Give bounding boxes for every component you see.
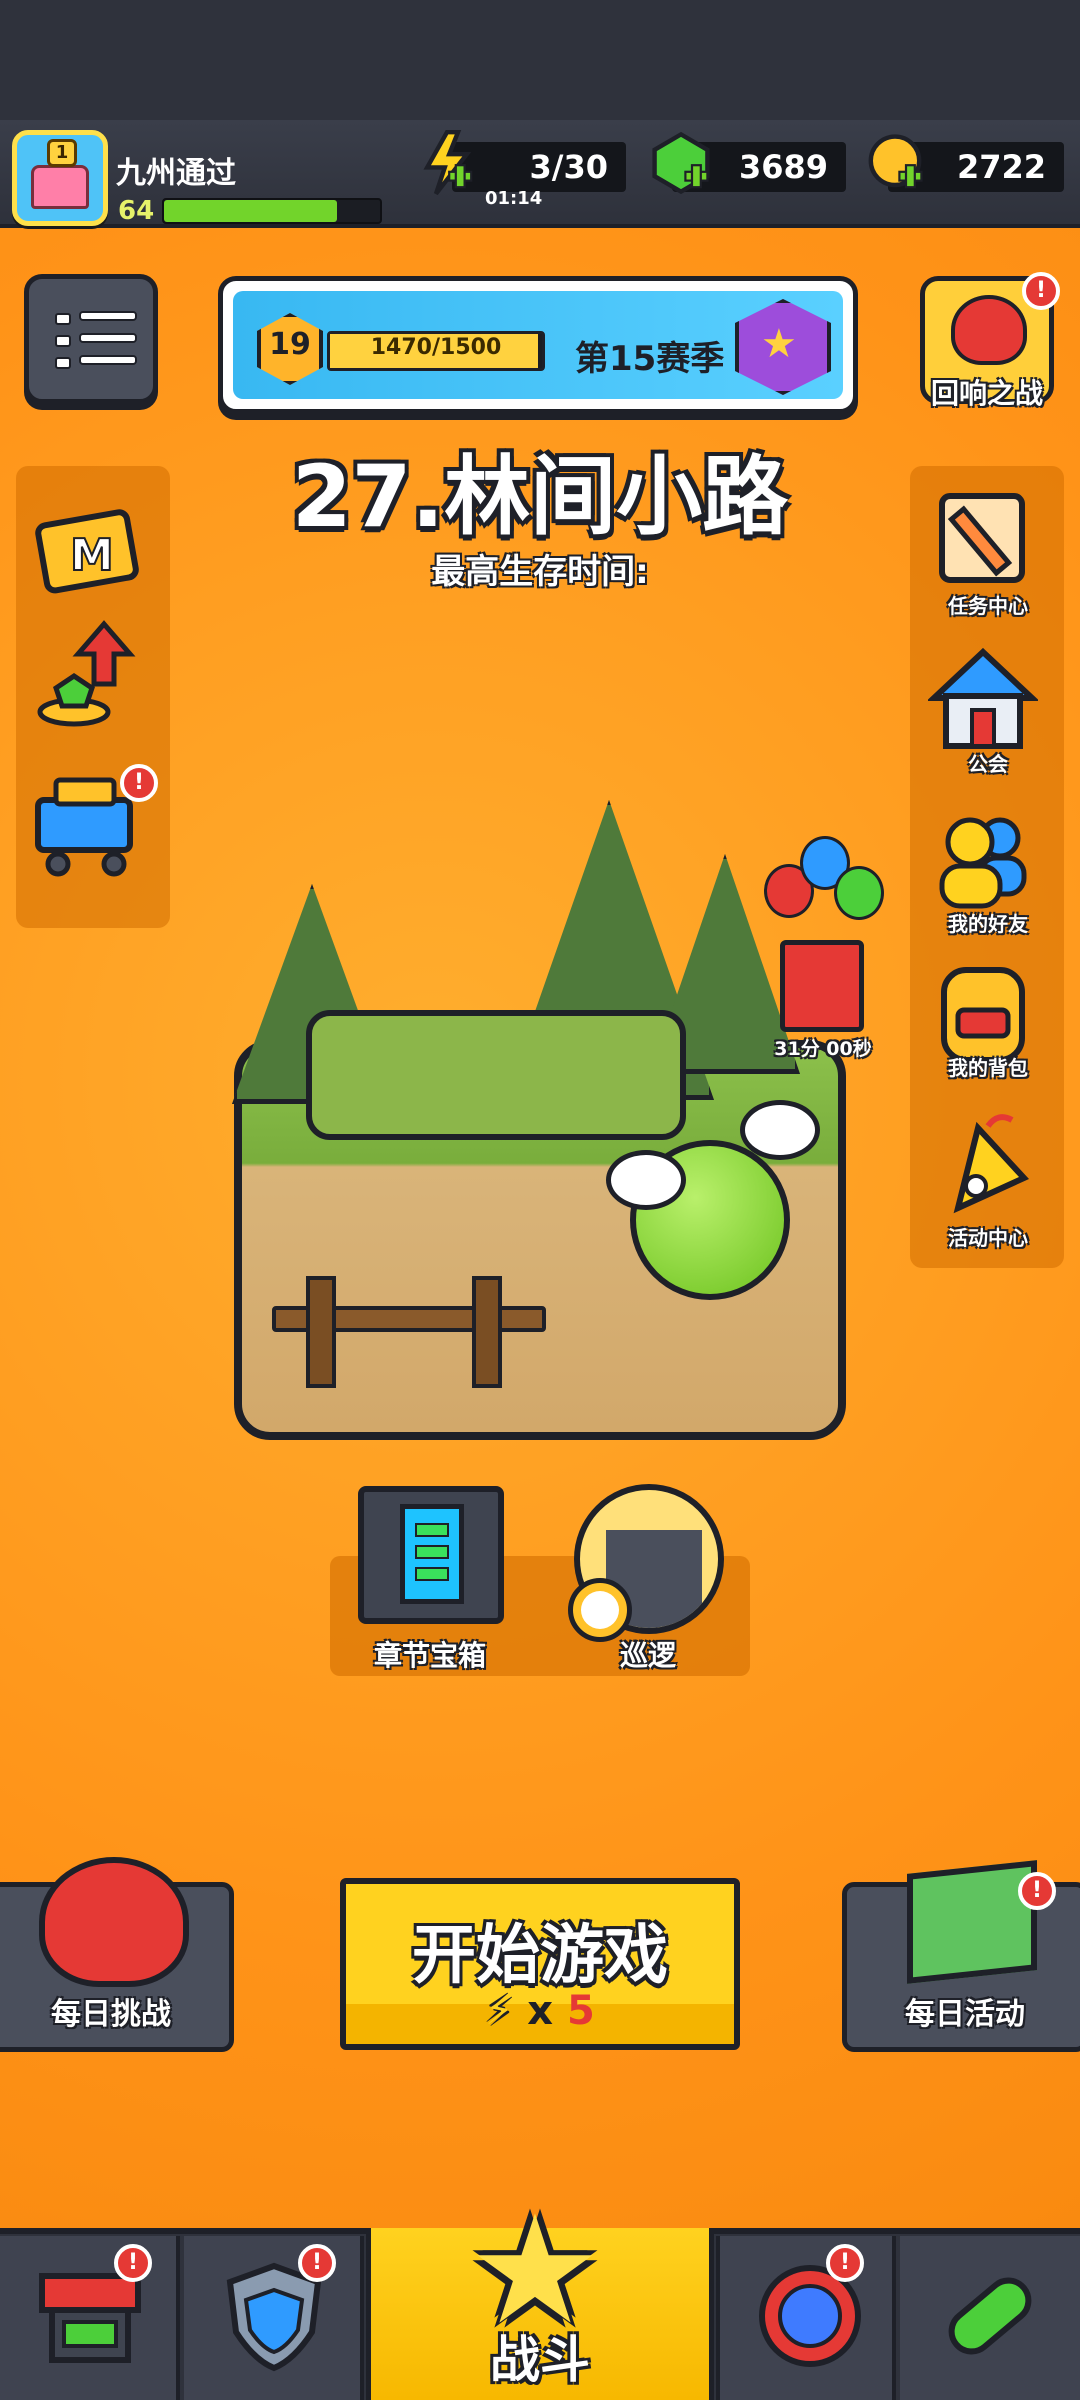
start-cost-multiplier: x (527, 1988, 554, 2034)
energy-timer: 01:14 (485, 188, 543, 209)
fence-post (472, 1276, 502, 1388)
xp-bar (162, 198, 382, 224)
event-party-icon[interactable] (928, 1108, 1038, 1218)
gold-coin-icon (868, 134, 923, 189)
lightning-icon: ⚡ (485, 1988, 514, 2034)
cake-icon (31, 165, 89, 209)
start-game-button[interactable]: 开始游戏 ⚡ x 5 (340, 1878, 740, 2050)
grass-hill (306, 1010, 686, 1140)
chapter-chest-label: 章节宝箱 (373, 1639, 486, 1672)
slime-wing (740, 1100, 820, 1160)
menu-icon-line (79, 355, 137, 365)
nav-shop[interactable] (0, 2236, 180, 2400)
quest-center-label: 任务中心 (948, 594, 1028, 618)
top-bar: 1 九州通过 64 3/30 01:14 3689 2722 (0, 120, 1080, 228)
start-cost: ⚡ x 5 (346, 1988, 734, 2034)
gift-timer: 31分 00秒 (774, 1038, 872, 1060)
guild-house-icon[interactable] (928, 646, 1038, 756)
daily-event-alert-badge: ! (1018, 1872, 1056, 1910)
menu-icon-line (79, 311, 137, 321)
dna-capsule-icon (948, 2277, 1032, 2355)
xp-fill (164, 200, 337, 222)
balloon-gift[interactable] (764, 836, 884, 1046)
chest-bar (415, 1567, 449, 1581)
menu-icon (55, 313, 71, 325)
shop-alert-badge: ! (120, 764, 158, 802)
avatar-rank-badge: 1 (47, 139, 77, 167)
start-cost-value: 5 (566, 1988, 595, 2034)
season-label: 第15赛季 (575, 339, 725, 379)
menu-icon-dot (55, 335, 71, 347)
friends-icon[interactable] (928, 808, 1038, 918)
menu-icon-line (79, 333, 137, 343)
chest-bar (415, 1545, 449, 1559)
patrol-label: 巡逻 (619, 1639, 676, 1672)
lightning-icon (423, 130, 473, 196)
svg-text:M: M (70, 530, 114, 581)
equipment-alert-badge: ! (298, 2244, 336, 2282)
player-name: 九州通过 (116, 156, 236, 191)
slime-wing (606, 1150, 686, 1210)
chest-core (400, 1504, 464, 1604)
start-game-label: 开始游戏 (412, 1919, 668, 1993)
chest-bar (415, 1523, 449, 1537)
echo-battle-alert-badge: ! (1022, 272, 1060, 310)
daily-challenge-button[interactable]: 每日挑战 (0, 1857, 234, 2052)
season-pass-panel[interactable]: 19 1470/1500 第15赛季 ★ (218, 276, 858, 414)
upgrade-gems-icon[interactable] (34, 620, 144, 730)
m-card-icon[interactable]: M (34, 494, 144, 604)
guild-label: 公会 (968, 752, 1008, 776)
boxing-glove-icon (39, 1857, 189, 1987)
event-center-label: 活动中心 (948, 1226, 1028, 1250)
talents-alert-badge: ! (826, 2244, 864, 2282)
shop-nav-alert-badge: ! (114, 2244, 152, 2282)
balloon-green (834, 866, 884, 920)
daily-event-label: 每日活动 (905, 1997, 1025, 2032)
fence-post (306, 1276, 336, 1388)
green-gem-icon (652, 131, 710, 195)
friends-label: 我的好友 (948, 912, 1028, 936)
menu-button[interactable] (24, 274, 158, 404)
nav-equipment[interactable] (184, 2236, 364, 2400)
treasure-map-icon (907, 1860, 1037, 1984)
clock-face (581, 1591, 619, 1629)
echo-battle-label: 回响之战 (930, 377, 1043, 410)
clock-icon (568, 1578, 632, 1642)
chapter-chest-icon[interactable] (358, 1486, 504, 1624)
menu-icon-dot (55, 357, 71, 369)
nav-evolution[interactable] (900, 2236, 1080, 2400)
quest-scroll-icon[interactable] (928, 486, 1038, 596)
backpack-label: 我的背包 (948, 1056, 1028, 1080)
status-bar (0, 0, 1080, 120)
season-level: 19 (269, 327, 311, 362)
player-avatar[interactable]: 1 (12, 130, 108, 226)
season-progress-text: 1470/1500 (370, 335, 502, 360)
gift-box-icon (780, 940, 864, 1032)
battle-nav-label: 战斗 (490, 2331, 590, 2389)
player-level: 64 (118, 196, 155, 226)
daily-challenge-label: 每日挑战 (51, 1997, 171, 2032)
demon-face-icon (951, 295, 1027, 365)
nav-talents[interactable] (716, 2236, 896, 2400)
